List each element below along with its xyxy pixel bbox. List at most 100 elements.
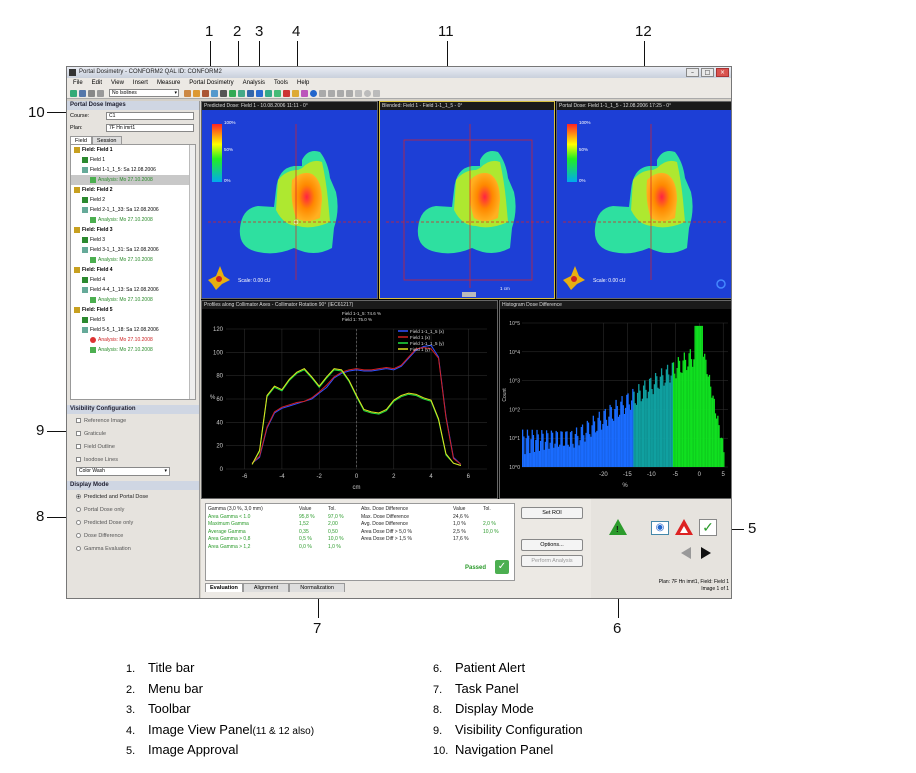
checkbox[interactable]	[76, 457, 81, 462]
checkbox[interactable]	[76, 418, 81, 423]
layout-icon[interactable]	[247, 89, 254, 97]
pencil-icon[interactable]	[292, 89, 299, 97]
radio-button[interactable]	[76, 507, 81, 512]
menu-measure[interactable]: Measure	[157, 78, 180, 88]
plan-select[interactable]: 7F Hn imrt1	[106, 124, 194, 132]
option-field-outline[interactable]: Field Outline	[67, 440, 199, 453]
profile-icon[interactable]	[220, 89, 227, 97]
menu-file[interactable]: File	[73, 78, 83, 88]
tree-node[interactable]: Field 4-4_1_13: Sa 12.08.2006	[71, 285, 195, 295]
tool-d-icon[interactable]	[346, 89, 353, 97]
menu-help[interactable]: Help	[297, 78, 309, 88]
close-button[interactable]: ×	[716, 68, 729, 77]
checkbox[interactable]	[76, 431, 81, 436]
grid-icon[interactable]	[97, 89, 104, 97]
tab-alignment[interactable]: Alignment	[242, 583, 290, 592]
tree-node[interactable]: Field 1	[71, 155, 195, 165]
flag-icon[interactable]	[283, 89, 290, 97]
menu-insert[interactable]: Insert	[133, 78, 148, 88]
options-button[interactable]: Options...	[521, 539, 583, 551]
portal-dose-panel[interactable]: Portal Dose: Field 1-1_1_5 - 12.08.2006 …	[556, 101, 731, 299]
tree-node[interactable]: Analysis: Mo 27.10.2008	[71, 175, 195, 185]
option-isodose-lines[interactable]: Isodose Lines	[67, 453, 199, 466]
tab-evaluation[interactable]: Evaluation	[205, 583, 243, 592]
open-icon[interactable]	[70, 89, 77, 97]
menu-analysis[interactable]: Analysis	[243, 78, 265, 88]
radio-predicted-only[interactable]: Predicted Dose only	[67, 516, 199, 529]
predicted-dose-panel[interactable]: Predicted Dose: Field 1 - 10.08.2006 11:…	[201, 101, 378, 299]
menu-portal-dosimetry[interactable]: Portal Dosimetry	[189, 78, 233, 88]
ellipse-tool-icon[interactable]	[364, 89, 371, 97]
cut-icon[interactable]	[301, 89, 308, 97]
rotate-icon[interactable]	[211, 89, 218, 97]
tree-node[interactable]: Analysis: Mo 27.10.2008	[71, 335, 195, 345]
perform-analysis-button[interactable]: Perform Analysis	[521, 555, 583, 567]
menu-view[interactable]: View	[111, 78, 124, 88]
set-roi-button[interactable]: Set ROI	[521, 507, 583, 519]
tree-node[interactable]: Field 4	[71, 275, 195, 285]
menu-tools[interactable]: Tools	[274, 78, 288, 88]
arrow-tool-icon[interactable]	[373, 89, 380, 97]
tree-node[interactable]: Analysis: Mo 27.10.2008	[71, 255, 195, 265]
histogram-panel[interactable]: Histogram Dose Difference 10^0 10^1 10^2 10…	[499, 300, 731, 499]
tab-session[interactable]: Session	[91, 136, 122, 144]
histogram-icon[interactable]	[265, 89, 272, 97]
radio-button[interactable]	[76, 533, 81, 538]
measure-icon[interactable]	[229, 89, 236, 97]
text-tool-icon[interactable]	[355, 89, 362, 97]
compare-icon[interactable]	[256, 89, 263, 97]
print-icon[interactable]	[88, 89, 95, 97]
tab-normalization[interactable]: Normalization	[289, 583, 345, 592]
tree-node[interactable]: Field 3-1_1_31: Sa 12.08.2006	[71, 245, 195, 255]
blend-slider-handle[interactable]	[462, 292, 476, 297]
eye-icon[interactable]: ◉	[651, 521, 669, 535]
checkbox[interactable]	[76, 444, 81, 449]
globe-icon[interactable]	[310, 89, 317, 97]
tree-node[interactable]: Analysis: Mo 27.10.2008	[71, 215, 195, 225]
tree-node[interactable]: Field: Field 3	[71, 225, 195, 235]
blended-panel[interactable]: Blended: Field 1 - Field 1-1_1_5 - 0° 1 …	[379, 101, 555, 299]
tree-node[interactable]: Field 3	[71, 235, 195, 245]
radio-portal-only[interactable]: Portal Dose only	[67, 503, 199, 516]
radio-predicted-and-portal[interactable]: Predicted and Portal Dose	[67, 490, 199, 503]
tree-node[interactable]: Field 5	[71, 315, 195, 325]
save-icon[interactable]	[79, 89, 86, 97]
color-wash-select[interactable]: Color Wash ▾	[76, 467, 170, 476]
previous-image-icon[interactable]	[681, 547, 691, 559]
tool-c-icon[interactable]	[337, 89, 344, 97]
option-graticule[interactable]: Graticule	[67, 427, 199, 440]
tree-node[interactable]: Field 1-1_1_5: Sa 12.08.2006	[71, 165, 195, 175]
next-image-icon[interactable]	[701, 547, 711, 559]
radio-button[interactable]	[76, 520, 81, 525]
option-reference-image[interactable]: Reference Image	[67, 414, 199, 427]
chart-icon[interactable]	[274, 89, 281, 97]
radio-gamma-evaluation[interactable]: Gamma Evaluation	[67, 542, 199, 555]
isoline-select[interactable]: No Isolines ▾	[109, 89, 179, 97]
tree-node[interactable]: Analysis: Mo 27.10.2008	[71, 345, 195, 355]
menu-edit[interactable]: Edit	[92, 78, 102, 88]
tab-field[interactable]: Field	[70, 136, 92, 144]
tree-node[interactable]: Field: Field 2	[71, 185, 195, 195]
tree-node[interactable]: Field: Field 5	[71, 305, 195, 315]
tree-node[interactable]: Analysis: Mo 27.10.2008	[71, 295, 195, 305]
approve-check-icon[interactable]: ✓	[699, 519, 717, 536]
maximize-button[interactable]: □	[701, 68, 714, 77]
tree-node[interactable]: Field 2-1_1_33: Sa 12.08.2006	[71, 205, 195, 215]
profiles-panel[interactable]: Profiles along Collimator Axes - Collima…	[201, 300, 498, 499]
crosshair-icon[interactable]	[238, 89, 245, 97]
tree-node[interactable]: Field 5-5_1_18: Sa 12.08.2006	[71, 325, 195, 335]
radio-button[interactable]	[76, 494, 81, 499]
pan-icon[interactable]	[193, 89, 200, 97]
radio-dose-difference[interactable]: Dose Difference	[67, 529, 199, 542]
zoom-icon[interactable]	[184, 89, 191, 97]
window-level-icon[interactable]	[202, 89, 209, 97]
tree-node[interactable]: Field 2	[71, 195, 195, 205]
course-select[interactable]: C1	[106, 112, 194, 120]
tree-node[interactable]: Field: Field 4	[71, 265, 195, 275]
minimize-button[interactable]: –	[686, 68, 699, 77]
tree-node[interactable]: Field: Field 1	[71, 145, 195, 155]
tool-a-icon[interactable]	[319, 89, 326, 97]
tool-b-icon[interactable]	[328, 89, 335, 97]
tree-scrollbar[interactable]	[189, 145, 195, 399]
radio-button[interactable]	[76, 546, 81, 551]
